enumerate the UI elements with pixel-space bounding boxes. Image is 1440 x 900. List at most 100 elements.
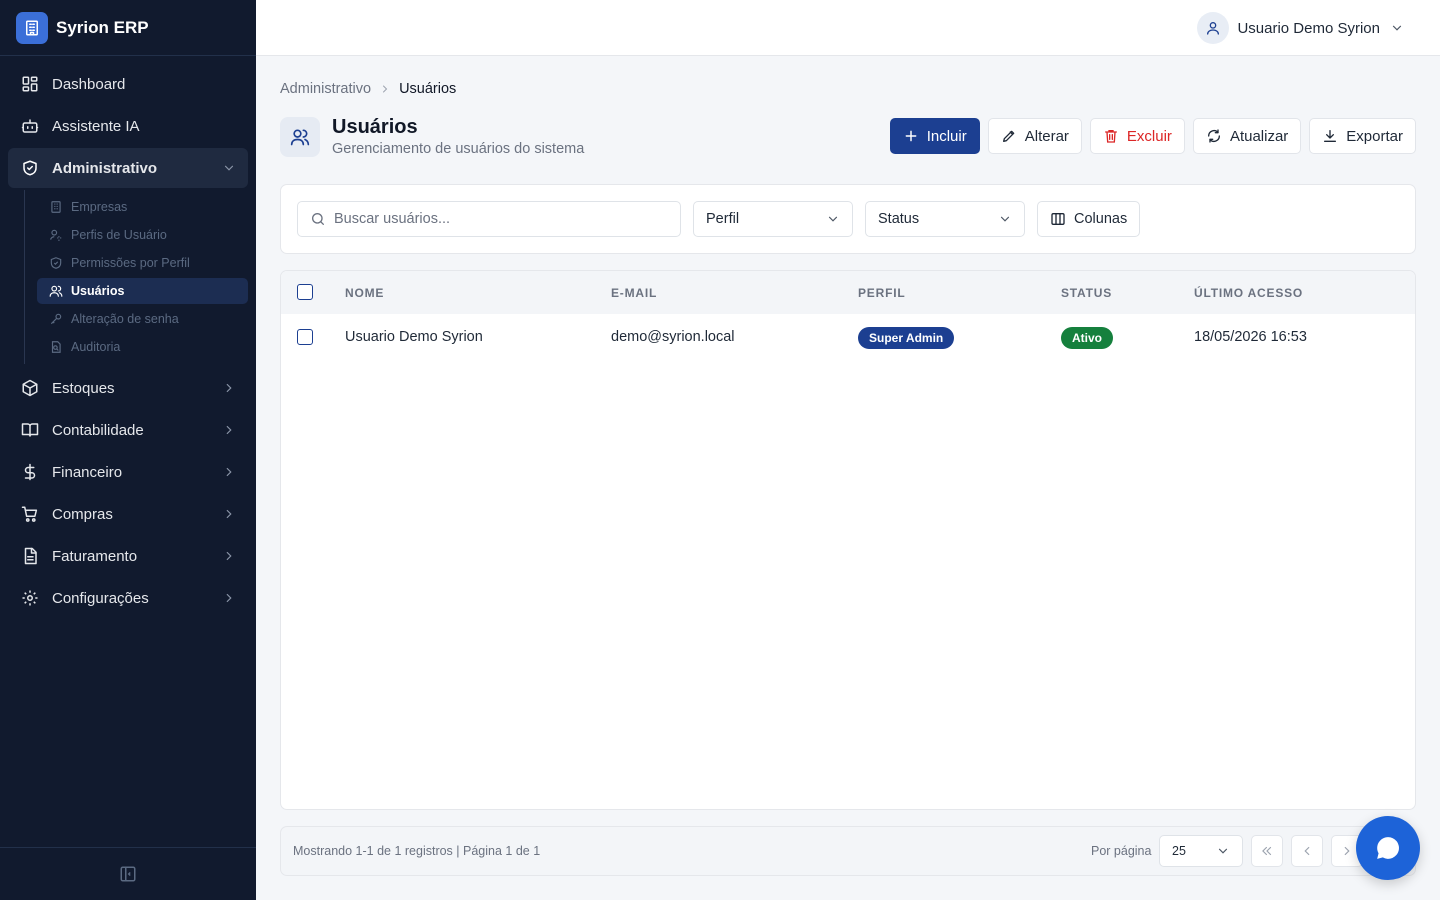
book-open-icon <box>20 420 40 440</box>
building-icon <box>16 11 48 44</box>
sidebar-subitem-label: Auditoria <box>71 340 121 354</box>
page-header: Usuários Gerenciamento de usuários do si… <box>280 116 584 157</box>
table-header: Nome E-mail Perfil Status Último acesso <box>281 271 1415 314</box>
gear-icon <box>20 588 40 608</box>
sidebar-item-contabilidade[interactable]: Contabilidade <box>8 410 248 450</box>
breadcrumb-parent[interactable]: Administrativo <box>280 81 371 97</box>
chat-bubble-icon <box>1375 835 1401 861</box>
package-icon <box>20 378 40 398</box>
edit-button[interactable]: Alterar <box>987 118 1082 154</box>
sidebar-subitem-alteracao-senha[interactable]: Alteração de senha <box>37 306 248 332</box>
sidebar-item-administrativo[interactable]: Administrativo <box>8 148 248 188</box>
per-page-select[interactable]: 25 <box>1159 835 1243 867</box>
user-cog-icon <box>49 228 63 242</box>
page-subtitle: Gerenciamento de usuários do sistema <box>332 141 585 157</box>
previous-page-button[interactable] <box>1291 835 1323 867</box>
dashboard-icon <box>20 74 40 94</box>
export-button[interactable]: Exportar <box>1309 118 1416 154</box>
columns-button[interactable]: Colunas <box>1037 201 1141 237</box>
profile-select[interactable]: Perfil <box>693 201 853 237</box>
chevron-right-icon <box>1340 844 1354 858</box>
chevron-right-icon <box>222 549 236 563</box>
sidebar-subitem-auditoria[interactable]: Auditoria <box>37 334 248 360</box>
chat-fab-button[interactable] <box>1356 816 1420 880</box>
refresh-button[interactable]: Atualizar <box>1192 118 1302 154</box>
sidebar-collapse-button[interactable] <box>0 847 256 900</box>
dollar-sign-icon <box>20 462 40 482</box>
status-select[interactable]: Status <box>865 201 1025 237</box>
sidebar-subitem-perfis[interactable]: Perfis de Usuário <box>37 222 248 248</box>
sidebar-subitem-empresas[interactable]: Empresas <box>37 194 248 220</box>
first-page-button[interactable] <box>1251 835 1283 867</box>
download-icon <box>1322 128 1338 144</box>
include-button-label: Incluir <box>926 127 967 145</box>
sidebar-item-estoques[interactable]: Estoques <box>8 368 248 408</box>
file-text-icon <box>20 546 40 566</box>
column-header-email[interactable]: E-mail <box>611 286 657 300</box>
toolbar-actions: Incluir Alterar Excluir Atualizar Export… <box>882 118 1416 154</box>
column-header-profile[interactable]: Perfil <box>858 286 905 300</box>
records-summary: Mostrando 1-1 de 1 registros | Página 1 … <box>293 844 541 858</box>
sidebar-item-configuracoes[interactable]: Configurações <box>8 578 248 618</box>
sidebar-item-label: Financeiro <box>52 463 123 481</box>
column-header-name[interactable]: Nome <box>345 286 384 300</box>
column-header-last-access[interactable]: Último acesso <box>1194 286 1303 300</box>
trash-icon <box>1103 128 1119 144</box>
chevron-right-icon <box>222 381 236 395</box>
sidebar-subitem-label: Perfis de Usuário <box>71 228 167 242</box>
export-button-label: Exportar <box>1346 127 1403 145</box>
search-box[interactable] <box>297 201 681 237</box>
administrativo-submenu: Empresas Perfis de Usuário Permissões po… <box>24 190 248 364</box>
user-menu[interactable]: Usuario Demo Syrion <box>1197 12 1404 44</box>
edit-button-label: Alterar <box>1024 127 1069 145</box>
profile-select-value: Perfil <box>706 211 740 227</box>
chevrons-left-icon <box>1260 844 1274 858</box>
filters-panel: Perfil Status Colunas <box>280 184 1416 254</box>
chevron-right-icon <box>222 591 236 605</box>
users-icon <box>49 284 63 298</box>
sidebar-item-label: Configurações <box>52 589 149 607</box>
sidebar-item-financeiro[interactable]: Financeiro <box>8 452 248 492</box>
sidebar-item-dashboard[interactable]: Dashboard <box>8 64 248 104</box>
refresh-icon <box>1206 128 1222 144</box>
cell-email: demo@syrion.local <box>611 329 735 345</box>
building-icon <box>49 200 63 214</box>
columns-button-label: Colunas <box>1074 211 1128 227</box>
sidebar-item-assistente-ia[interactable]: Assistente IA <box>8 106 248 146</box>
sidebar-nav: Dashboard Assistente IA Administrativo E… <box>0 56 256 618</box>
sidebar-subitem-usuarios[interactable]: Usuários <box>37 278 248 304</box>
sidebar-subitem-label: Alteração de senha <box>71 312 179 326</box>
row-checkbox[interactable] <box>297 329 313 345</box>
pencil-icon <box>1001 128 1017 144</box>
plus-icon <box>903 128 919 144</box>
chevron-right-icon <box>379 83 391 95</box>
sidebar-item-compras[interactable]: Compras <box>8 494 248 534</box>
avatar <box>1197 12 1230 44</box>
search-input[interactable] <box>334 211 654 227</box>
pagination-bar: Mostrando 1-1 de 1 registros | Página 1 … <box>280 826 1416 876</box>
sidebar-item-label: Assistente IA <box>52 117 140 135</box>
sidebar-subitem-label: Empresas <box>71 200 128 214</box>
chevron-right-icon <box>222 465 236 479</box>
chevron-down-icon <box>1216 844 1230 858</box>
brand[interactable]: Syrion ERP <box>0 0 256 56</box>
per-page-value: 25 <box>1172 844 1186 858</box>
sidebar-subitem-permissoes[interactable]: Permissões por Perfil <box>37 250 248 276</box>
select-all-checkbox[interactable] <box>297 284 313 300</box>
per-page-label: Por página <box>1091 844 1152 858</box>
column-header-status[interactable]: Status <box>1061 286 1112 300</box>
delete-button[interactable]: Excluir <box>1089 118 1185 154</box>
shopping-cart-icon <box>20 504 40 524</box>
delete-button-label: Excluir <box>1126 127 1172 145</box>
chevron-right-icon <box>222 423 236 437</box>
bot-icon <box>20 116 40 136</box>
status-badge: Ativo <box>1061 327 1113 349</box>
status-select-value: Status <box>878 211 920 227</box>
sidebar: Syrion ERP Dashboard Assistente IA Admin… <box>0 0 256 900</box>
include-button[interactable]: Incluir <box>889 118 980 154</box>
sidebar-item-faturamento[interactable]: Faturamento <box>8 536 248 576</box>
table-row[interactable]: Usuario Demo Syrion demo@syrion.local Su… <box>281 314 1415 362</box>
shield-check-icon <box>49 256 63 270</box>
chevron-down-icon <box>1390 21 1404 35</box>
search-icon <box>310 211 326 227</box>
